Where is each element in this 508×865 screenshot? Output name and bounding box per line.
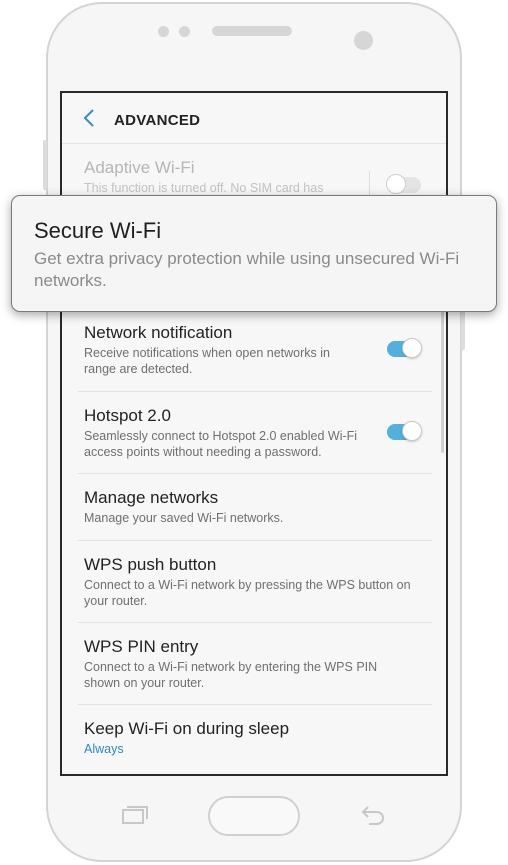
chevron-left-icon[interactable]	[80, 107, 100, 129]
setting-title: Network notification	[84, 323, 233, 342]
back-arrow-icon[interactable]	[359, 804, 387, 831]
divider	[78, 622, 432, 623]
recent-apps-icon[interactable]	[121, 804, 149, 831]
divider	[78, 704, 432, 705]
setting-title: WPS PIN entry	[84, 637, 199, 656]
setting-manage-networks[interactable]: Manage networks Manage your saved Wi-Fi …	[84, 487, 424, 526]
phone-screen: ADVANCED Adaptive Wi-Fi This function is…	[60, 91, 448, 776]
setting-network-notification[interactable]: Network notification Receive notificatio…	[84, 322, 424, 377]
front-camera	[354, 31, 373, 50]
setting-hotspot-2[interactable]: Hotspot 2.0 Seamlessly connect to Hotspo…	[84, 405, 424, 460]
hotspot-toggle[interactable]	[387, 421, 422, 441]
setting-subtitle: Connect to a Wi-Fi network by entering t…	[84, 660, 378, 690]
callout-title: Secure Wi-Fi	[34, 218, 162, 243]
setting-value: Always	[84, 742, 124, 756]
sensor-dot	[158, 26, 169, 37]
setting-wps-pin-entry[interactable]: WPS PIN entry Connect to a Wi-Fi network…	[84, 636, 424, 691]
setting-title: Adaptive Wi-Fi	[84, 158, 195, 177]
divider	[78, 540, 432, 541]
setting-subtitle: This function is turned off. No SIM card…	[84, 181, 324, 195]
callout-subtitle: Get extra privacy protection while using…	[34, 249, 460, 290]
setting-subtitle: Receive notifications when open networks…	[84, 346, 330, 376]
setting-title: Keep Wi-Fi on during sleep	[84, 719, 290, 738]
setting-subtitle: Seamlessly connect to Hotspot 2.0 enable…	[84, 429, 358, 459]
setting-title: Manage networks	[84, 488, 219, 507]
setting-subtitle: Connect to a Wi-Fi network by pressing t…	[84, 578, 411, 608]
home-button[interactable]	[208, 796, 300, 836]
volume-button	[43, 140, 47, 190]
setting-title: WPS push button	[84, 555, 217, 574]
divider	[78, 473, 432, 474]
app-bar: ADVANCED	[62, 93, 446, 144]
adaptive-wifi-toggle[interactable]	[386, 174, 421, 194]
secure-wifi-callout[interactable]: Secure Wi-Fi Get extra privacy protectio…	[11, 195, 497, 312]
page-title: ADVANCED	[114, 112, 201, 129]
setting-wps-push-button[interactable]: WPS push button Connect to a Wi-Fi netwo…	[84, 554, 424, 609]
scrollbar[interactable]	[441, 293, 444, 453]
setting-title: Hotspot 2.0	[84, 406, 171, 425]
sensor-dot	[179, 26, 190, 37]
network-notification-toggle[interactable]	[387, 338, 422, 358]
earpiece-speaker	[212, 26, 292, 36]
divider	[78, 391, 432, 392]
setting-adaptive-wifi[interactable]: Adaptive Wi-Fi This function is turned o…	[84, 157, 424, 196]
setting-keep-wifi-on[interactable]: Keep Wi-Fi on during sleep Always	[84, 718, 424, 757]
setting-subtitle: Manage your saved Wi-Fi networks.	[84, 511, 284, 525]
